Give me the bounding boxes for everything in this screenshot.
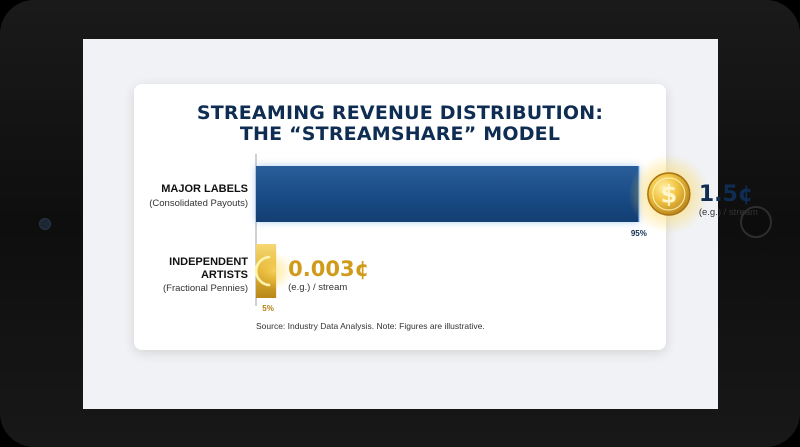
- category-label-major: MAJOR LABELS (Consolidated Payouts): [149, 183, 248, 209]
- category-label-indie-line-1: INDEPENDENT: [169, 256, 248, 268]
- payout-unit-major: (e.g.) / stream: [699, 207, 758, 218]
- value-label-major: 95%: [631, 229, 647, 238]
- category-sublabel-major: (Consolidated Payouts): [149, 198, 248, 209]
- category-label-indie-line-2: ARTISTS: [201, 269, 248, 281]
- chart-source-note: Source: Industry Data Analysis. Note: Fi…: [256, 321, 485, 331]
- tablet-screen: STREAMING REVENUE DISTRIBUTION: THE “STR…: [83, 39, 758, 409]
- category-label-major-text: MAJOR LABELS: [161, 183, 248, 195]
- bar-chart: MAJOR LABELS (Consolidated Payouts) INDE…: [149, 154, 758, 331]
- payout-unit-indie: (e.g.) / stream: [288, 282, 347, 293]
- payout-indie: 0.003¢: [288, 257, 369, 281]
- category-sublabel-indie: (Fractional Pennies): [163, 283, 248, 294]
- tablet-frame: STREAMING REVENUE DISTRIBUTION: THE “STR…: [0, 0, 800, 447]
- payout-major: 1.5¢: [699, 182, 753, 207]
- bar-major-labels: [256, 166, 639, 222]
- dollar-coin-icon: $: [628, 154, 709, 234]
- chart-card: STREAMING REVENUE DISTRIBUTION: THE “STR…: [134, 84, 758, 350]
- value-label-indie: 5%: [262, 304, 274, 313]
- dollar-sign-icon: $: [660, 181, 677, 209]
- camera-icon: [39, 218, 51, 230]
- category-label-indie: INDEPENDENT ARTISTS (Fractional Pennies): [163, 256, 248, 294]
